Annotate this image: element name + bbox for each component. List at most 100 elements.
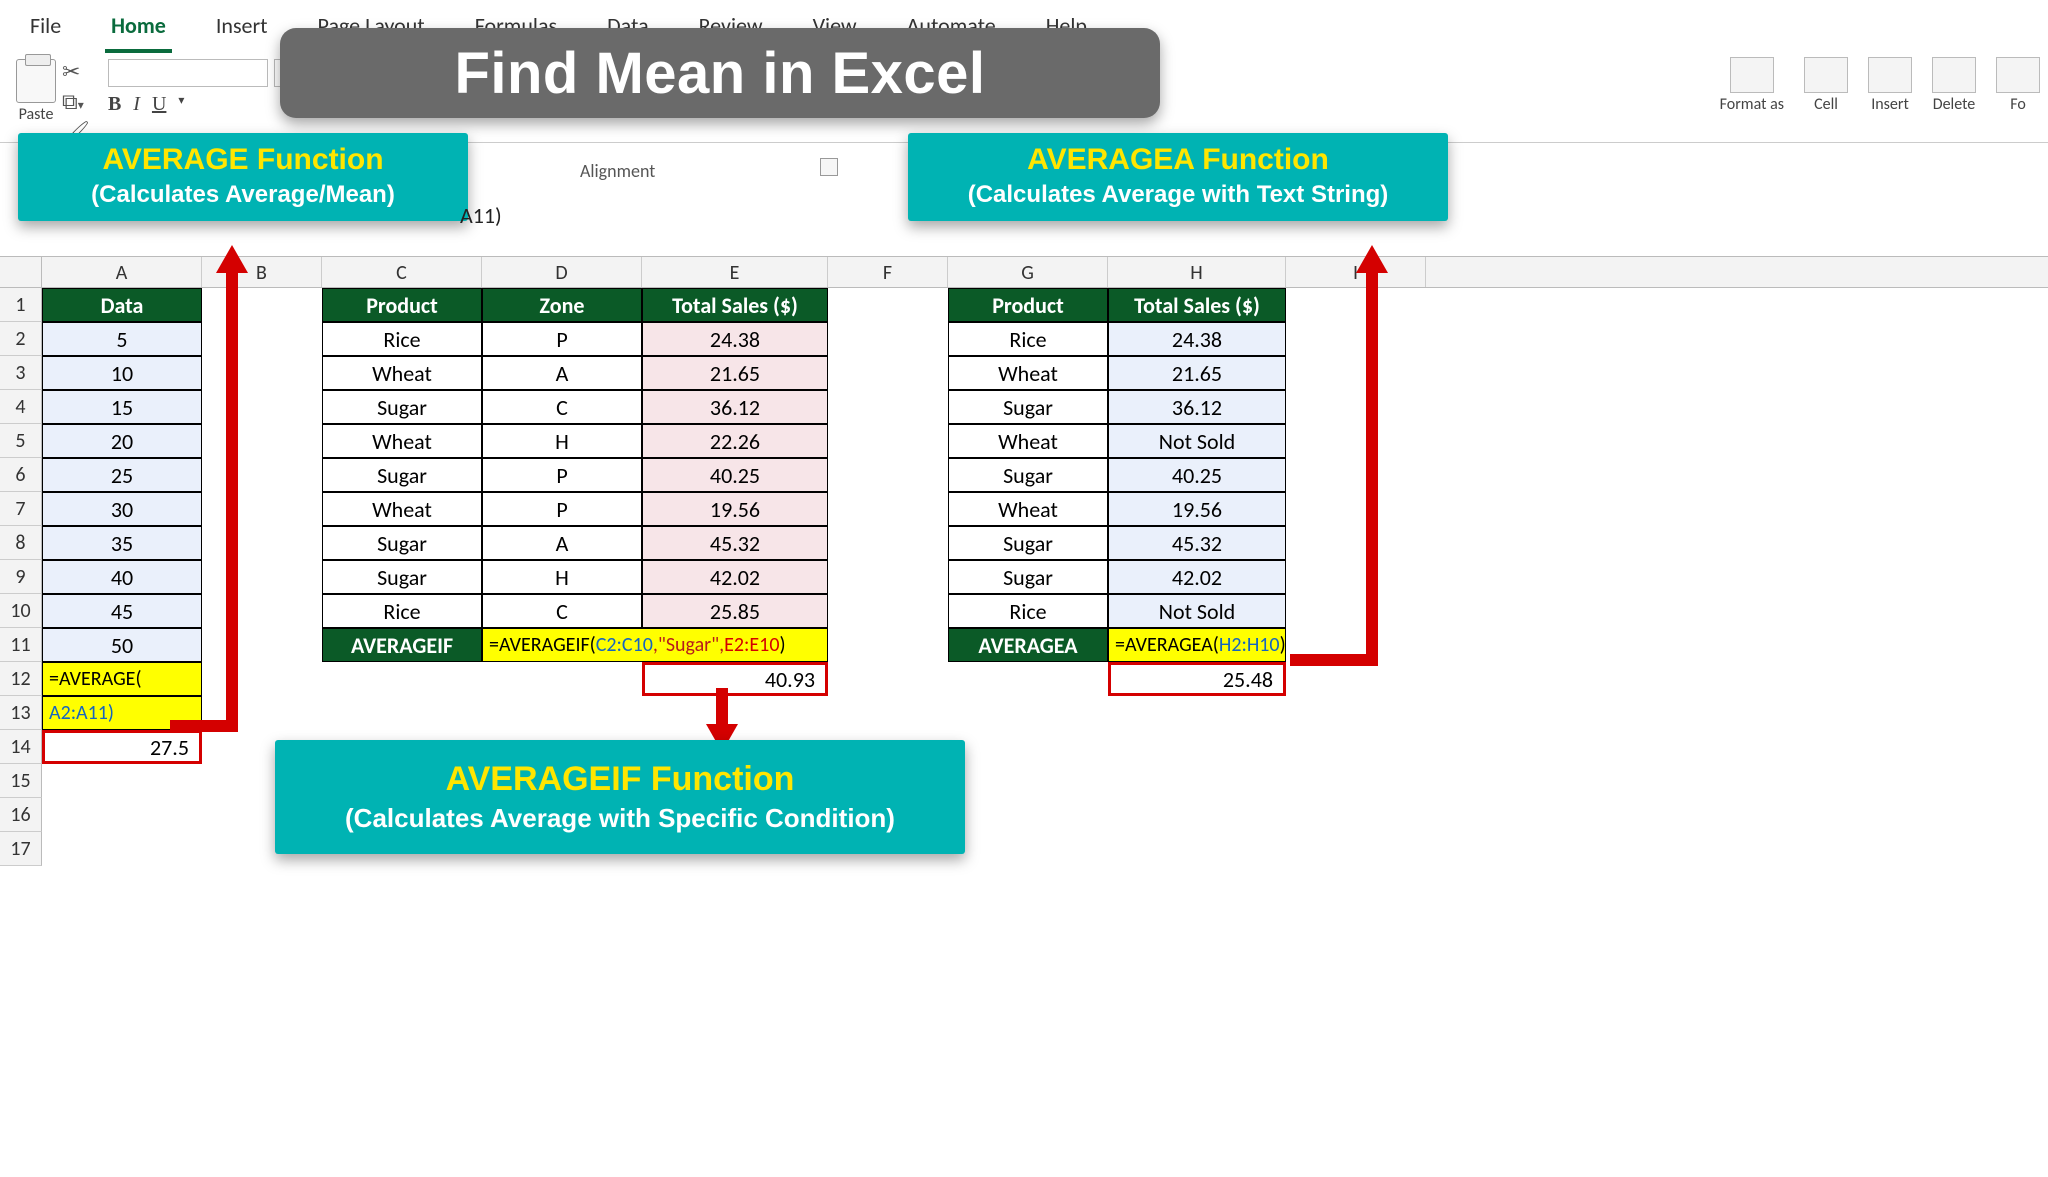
- cell[interactable]: P: [482, 458, 642, 492]
- cell[interactable]: Product: [322, 288, 482, 322]
- row-header[interactable]: 11: [0, 628, 42, 662]
- cell[interactable]: A: [482, 356, 642, 390]
- cell[interactable]: 20: [42, 424, 202, 458]
- cell[interactable]: 40.25: [1108, 458, 1286, 492]
- bold-button[interactable]: B: [108, 93, 121, 116]
- cell[interactable]: 42.02: [1108, 560, 1286, 594]
- row-header[interactable]: 16: [0, 798, 42, 832]
- cell[interactable]: A: [482, 526, 642, 560]
- cell[interactable]: 19.56: [1108, 492, 1286, 526]
- row-header[interactable]: 12: [0, 662, 42, 696]
- cell[interactable]: 21.65: [642, 356, 828, 390]
- cell[interactable]: Sugar: [948, 390, 1108, 424]
- underline-button[interactable]: U: [152, 93, 166, 116]
- cell[interactable]: Rice: [948, 594, 1108, 628]
- cell[interactable]: 5: [42, 322, 202, 356]
- cell[interactable]: P: [482, 492, 642, 526]
- cell[interactable]: 30: [42, 492, 202, 526]
- cell[interactable]: Product: [948, 288, 1108, 322]
- cell[interactable]: 42.02: [642, 560, 828, 594]
- cell[interactable]: Wheat: [948, 492, 1108, 526]
- cell[interactable]: Zone: [482, 288, 642, 322]
- cell[interactable]: 24.38: [1108, 322, 1286, 356]
- underline-chevron-icon[interactable]: ▾: [178, 93, 184, 116]
- cell[interactable]: 22.26: [642, 424, 828, 458]
- cell[interactable]: 36.12: [642, 390, 828, 424]
- cell[interactable]: Total Sales ($): [1108, 288, 1286, 322]
- cell[interactable]: 50: [42, 628, 202, 662]
- cell[interactable]: H: [482, 560, 642, 594]
- averageif-result[interactable]: 40.93: [642, 662, 828, 696]
- cell[interactable]: 24.38: [642, 322, 828, 356]
- row-header[interactable]: 9: [0, 560, 42, 594]
- cell[interactable]: 15: [42, 390, 202, 424]
- cell[interactable]: 36.12: [1108, 390, 1286, 424]
- cell[interactable]: Total Sales ($): [642, 288, 828, 322]
- alignment-dialog-launcher-icon[interactable]: [820, 158, 838, 176]
- cell[interactable]: AVERAGEIF: [322, 628, 482, 662]
- cell[interactable]: Wheat: [948, 424, 1108, 458]
- row-header[interactable]: 14: [0, 730, 42, 764]
- cell[interactable]: Not Sold: [1108, 424, 1286, 458]
- averagea-result[interactable]: 25.48: [1108, 662, 1286, 696]
- row-header[interactable]: 4: [0, 390, 42, 424]
- cell[interactable]: Wheat: [322, 356, 482, 390]
- cell[interactable]: 10: [42, 356, 202, 390]
- cell[interactable]: 25.85: [642, 594, 828, 628]
- cell[interactable]: Sugar: [948, 526, 1108, 560]
- cell[interactable]: 25: [42, 458, 202, 492]
- cut-icon[interactable]: ✂: [62, 59, 90, 85]
- italic-button[interactable]: I: [133, 93, 140, 116]
- cell[interactable]: 45.32: [642, 526, 828, 560]
- format-cells-button[interactable]: Fo: [1996, 57, 2040, 114]
- cell[interactable]: H: [482, 424, 642, 458]
- row-header[interactable]: 15: [0, 764, 42, 798]
- row-header[interactable]: 2: [0, 322, 42, 356]
- cell[interactable]: 40.25: [642, 458, 828, 492]
- cell[interactable]: 45: [42, 594, 202, 628]
- paste-icon[interactable]: [16, 59, 56, 103]
- formula-bar-fragment[interactable]: A11): [460, 202, 502, 229]
- row-header[interactable]: 8: [0, 526, 42, 560]
- averageif-formula[interactable]: =AVERAGEIF(C2:C10,"Sugar",E2:E10): [482, 628, 828, 662]
- col-header-A[interactable]: A: [42, 257, 202, 287]
- cell[interactable]: Sugar: [322, 560, 482, 594]
- cell[interactable]: P: [482, 322, 642, 356]
- average-result[interactable]: 27.5: [42, 730, 202, 764]
- cell[interactable]: C: [482, 390, 642, 424]
- format-as-table-button[interactable]: Format as: [1720, 57, 1784, 114]
- row-header[interactable]: 7: [0, 492, 42, 526]
- row-header[interactable]: 13: [0, 696, 42, 730]
- row-header[interactable]: 1: [0, 288, 42, 322]
- cell[interactable]: 19.56: [642, 492, 828, 526]
- row-header[interactable]: 6: [0, 458, 42, 492]
- cell[interactable]: Wheat: [322, 424, 482, 458]
- col-header-E[interactable]: E: [642, 257, 828, 287]
- row-header[interactable]: 17: [0, 832, 42, 866]
- row-header[interactable]: 3: [0, 356, 42, 390]
- copy-icon[interactable]: ⧉▾: [62, 89, 90, 115]
- col-header-F[interactable]: F: [828, 257, 948, 287]
- menu-insert[interactable]: Insert: [210, 8, 274, 53]
- col-header-G[interactable]: G: [948, 257, 1108, 287]
- cell[interactable]: 40: [42, 560, 202, 594]
- insert-cells-button[interactable]: Insert: [1868, 57, 1912, 114]
- cell[interactable]: Rice: [948, 322, 1108, 356]
- row-header[interactable]: 5: [0, 424, 42, 458]
- cell[interactable]: Rice: [322, 594, 482, 628]
- cell[interactable]: 21.65: [1108, 356, 1286, 390]
- cell[interactable]: AVERAGEA: [948, 628, 1108, 662]
- cell[interactable]: C: [482, 594, 642, 628]
- row-header[interactable]: 10: [0, 594, 42, 628]
- col-header-C[interactable]: C: [322, 257, 482, 287]
- cell[interactable]: =AVERAGE(: [42, 662, 202, 696]
- cell[interactable]: Sugar: [948, 560, 1108, 594]
- cell[interactable]: 35: [42, 526, 202, 560]
- cell[interactable]: Sugar: [948, 458, 1108, 492]
- cell[interactable]: Wheat: [322, 492, 482, 526]
- cell[interactable]: 45.32: [1108, 526, 1286, 560]
- cell[interactable]: Wheat: [948, 356, 1108, 390]
- averagea-formula[interactable]: =AVERAGEA(H2:H10): [1108, 628, 1286, 662]
- menu-file[interactable]: File: [24, 8, 67, 53]
- cell[interactable]: Data: [42, 288, 202, 322]
